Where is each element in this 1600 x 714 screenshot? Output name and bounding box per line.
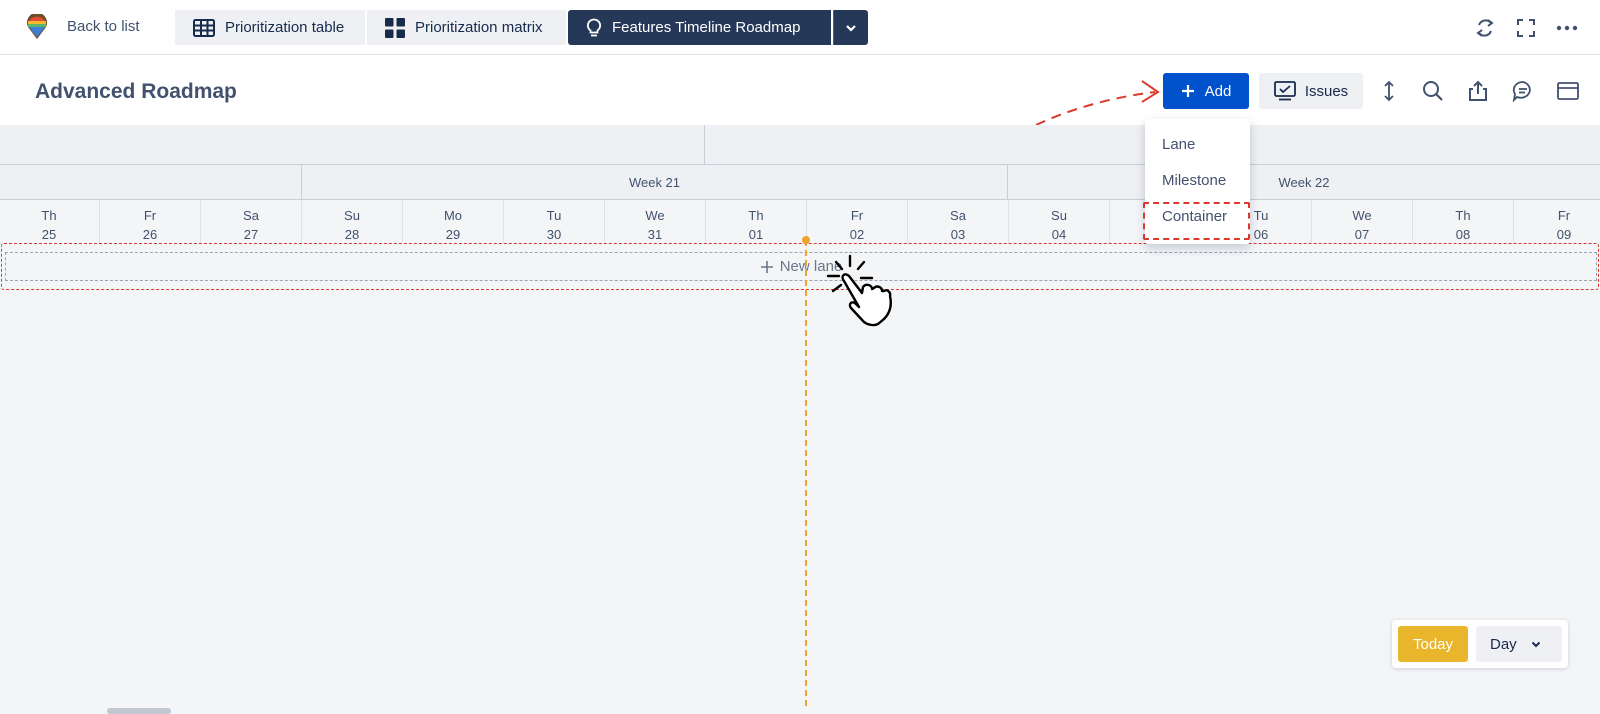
day-date: 07: [1354, 227, 1370, 242]
day-header-cell: Tu 30: [503, 200, 604, 243]
app-logo-icon: [27, 14, 47, 39]
day-date: 25: [41, 227, 57, 242]
tab-prioritization-matrix[interactable]: Prioritization matrix: [367, 10, 566, 45]
day-date: 29: [445, 227, 461, 242]
day-header-cell: Th 01: [705, 200, 806, 243]
day-name: Fr: [143, 208, 157, 223]
tab-dropdown-button[interactable]: [833, 10, 868, 45]
chevron-down-icon: [846, 24, 856, 32]
day-date: 27: [243, 227, 259, 242]
issues-button[interactable]: Issues: [1259, 73, 1363, 109]
plus-icon: [760, 260, 773, 273]
week-header-row: Week 21 Week 22: [0, 165, 1600, 200]
add-button[interactable]: Add: [1163, 73, 1249, 109]
tab-prioritization-table[interactable]: Prioritization table: [175, 10, 365, 45]
table-icon: [193, 18, 215, 37]
card-view-icon[interactable]: [1557, 80, 1579, 102]
chevron-down-icon: [1531, 641, 1540, 647]
day-header-cell: Su 04: [1008, 200, 1109, 243]
add-button-label: Add: [1204, 82, 1232, 100]
search-icon[interactable]: [1422, 80, 1444, 102]
day-name: Sa: [243, 208, 259, 223]
day-date: 26: [142, 227, 158, 242]
day-date: 02: [849, 227, 865, 242]
timeline-area[interactable]: Week 21 Week 22 Th 25 Fr 26 Sa 27 Su 28 Mo 29 Tu 30…: [0, 125, 1600, 714]
today-button[interactable]: Today: [1398, 626, 1468, 662]
day-date: 08: [1455, 227, 1471, 242]
day-date: 09: [1556, 227, 1572, 242]
page-header: Advanced Roadmap Add Issues: [0, 55, 1600, 125]
zoom-controls: Today Day: [1392, 620, 1568, 668]
day-name: Th: [748, 208, 764, 223]
click-hand-icon: [826, 254, 892, 327]
day-name: Mo: [443, 208, 463, 223]
day-header-cell: Fr 02: [806, 200, 907, 243]
month-header-row: [0, 125, 1600, 165]
day-header-cell: Mo 29: [402, 200, 503, 243]
day-name: Tu: [546, 208, 562, 223]
page-title: Advanced Roadmap: [35, 80, 237, 103]
day-header-cell: Sa 03: [907, 200, 1008, 243]
week-21-header: Week 21: [301, 165, 1007, 200]
grid-icon: [385, 17, 405, 38]
day-header-cell: Th 25: [0, 200, 99, 243]
day-name: Su: [1051, 208, 1067, 223]
comment-icon[interactable]: [1512, 80, 1534, 102]
horizontal-scrollbar[interactable]: [107, 708, 171, 714]
day-name: Sa: [950, 208, 966, 223]
more-icon[interactable]: [1556, 17, 1578, 39]
tab-features-timeline-roadmap[interactable]: Features Timeline Roadmap: [568, 10, 831, 45]
day-date: 01: [748, 227, 764, 242]
day-name: Su: [344, 208, 360, 223]
back-to-list-link[interactable]: Back to list: [67, 18, 140, 35]
issues-monitor-icon: [1273, 81, 1296, 101]
today-marker-line: [805, 240, 807, 706]
plus-icon: [1181, 85, 1194, 97]
fullscreen-icon[interactable]: [1515, 17, 1537, 39]
day-header-cell: Fr 26: [99, 200, 200, 243]
zoom-scale-select[interactable]: Day: [1476, 626, 1562, 662]
menu-item-lane[interactable]: Lane: [1162, 136, 1195, 153]
day-name: Th: [1455, 208, 1471, 223]
day-header-cell: We 31: [604, 200, 705, 243]
day-header-cell: Th 08: [1412, 200, 1513, 243]
day-name: Fr: [1557, 208, 1571, 223]
top-bar: Back to list Prioritization table Priori…: [0, 0, 1600, 55]
day-header-row: Th 25 Fr 26 Sa 27 Su 28 Mo 29 Tu 30 We 31 Th 01 Fr 02 Sa 03…: [0, 200, 1600, 243]
day-header-cell: Sa 27: [200, 200, 301, 243]
week-22-header: Week 22: [1007, 165, 1600, 200]
expand-vertical-icon[interactable]: [1378, 80, 1400, 102]
container-highlight: [1143, 202, 1250, 240]
tab-label: Prioritization matrix: [415, 19, 543, 36]
lightbulb-icon: [586, 18, 602, 36]
share-icon[interactable]: [1467, 80, 1489, 102]
day-date: 04: [1051, 227, 1067, 242]
new-lane-button[interactable]: New lane: [5, 252, 1597, 281]
issues-button-label: Issues: [1304, 82, 1349, 100]
day-name: We: [645, 208, 665, 223]
refresh-icon[interactable]: [1474, 17, 1496, 39]
day-date: 31: [647, 227, 663, 242]
day-name: We: [1352, 208, 1372, 223]
day-date: 30: [546, 227, 562, 242]
tab-label: Prioritization table: [225, 19, 345, 36]
day-name: Fr: [850, 208, 864, 223]
day-name: Th: [41, 208, 57, 223]
day-date: 03: [950, 227, 966, 242]
day-header-cell: Fr 09: [1513, 200, 1600, 243]
day-header-cell: Su 28: [301, 200, 402, 243]
day-date: 28: [344, 227, 360, 242]
day-header-cell: We 07: [1311, 200, 1412, 243]
tab-label: Features Timeline Roadmap: [612, 19, 801, 36]
zoom-scale-label: Day: [1490, 635, 1517, 653]
menu-item-milestone[interactable]: Milestone: [1162, 172, 1226, 189]
